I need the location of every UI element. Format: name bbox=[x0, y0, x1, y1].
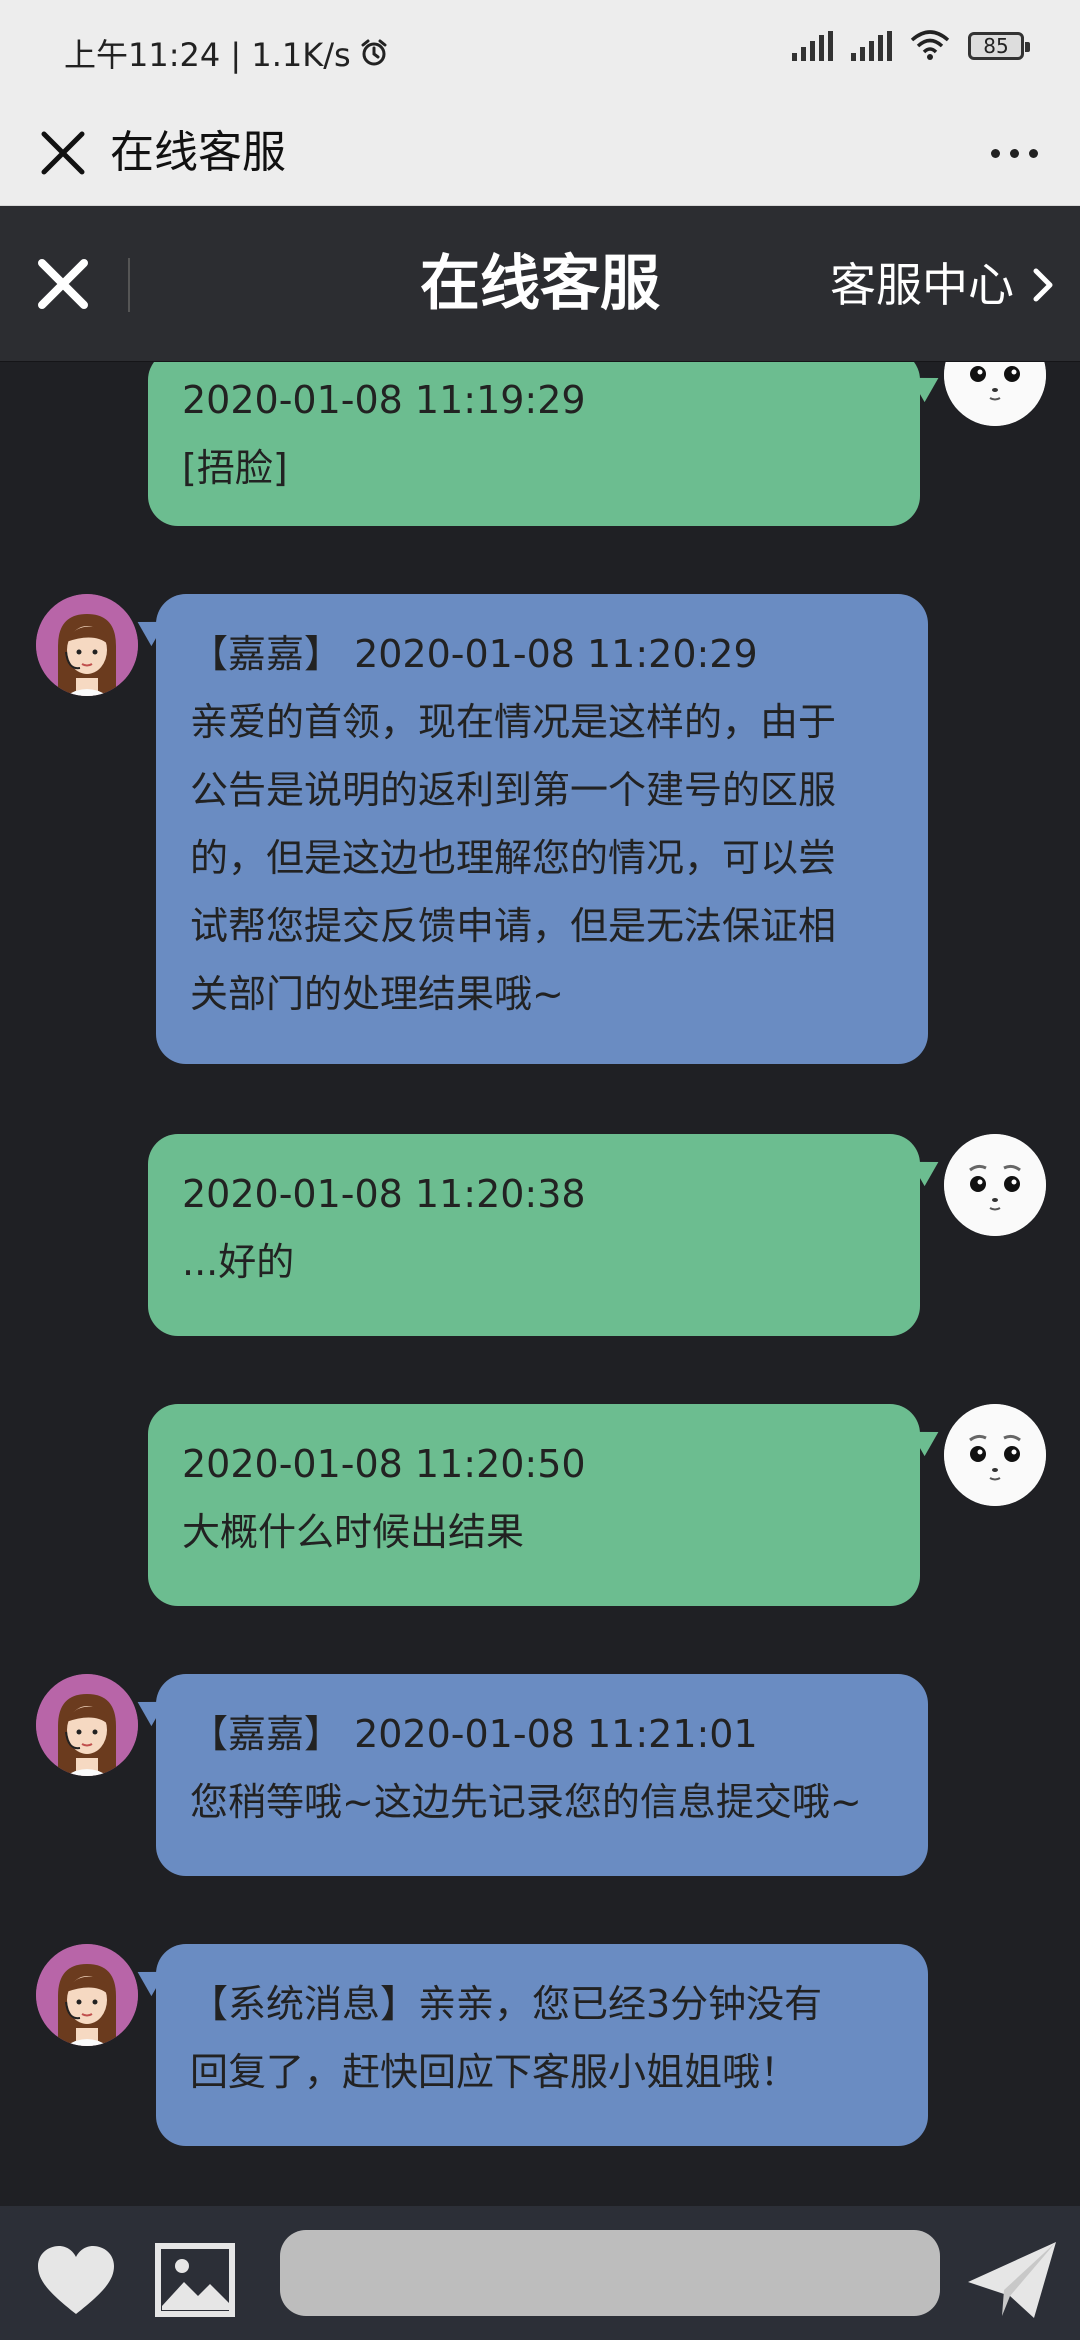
service-center-link[interactable]: 客服中心 bbox=[830, 256, 1056, 314]
send-button[interactable] bbox=[964, 2238, 1060, 2322]
status-left: 上午11:24 | 1.1K/s bbox=[64, 30, 389, 76]
message-text: ...好的 bbox=[182, 1240, 295, 1284]
chevron-right-icon bbox=[1033, 268, 1053, 302]
send-icon bbox=[968, 2242, 1056, 2318]
image-icon bbox=[155, 2243, 235, 2317]
more-button[interactable] bbox=[974, 120, 1054, 186]
app-title: 在线客服 bbox=[110, 127, 286, 178]
chat-area[interactable]: 2020-01-08 11:19:29 [捂脸] 【嘉嘉】 2020-01-08… bbox=[0, 362, 1080, 2202]
chat-header: 在线客服 客服中心 bbox=[0, 206, 1080, 362]
system-message-bubble: 【系统消息】亲亲，您已经3分钟没有 回复了，赶快回应下客服小姐姐哦！ bbox=[156, 1944, 928, 2146]
signal-icon-2 bbox=[851, 31, 892, 61]
message-text-line: 亲爱的首领，现在情况是这样的，由于 bbox=[190, 700, 837, 744]
status-right: 85 bbox=[792, 30, 1030, 62]
message-timestamp: 2020-01-08 11:20:38 bbox=[182, 1172, 586, 1216]
more-icon-dot bbox=[1009, 148, 1019, 158]
message-input[interactable] bbox=[280, 2230, 940, 2316]
user-avatar[interactable] bbox=[944, 1134, 1046, 1236]
message-text-line: 回复了，赶快回应下客服小姐姐哦！ bbox=[190, 2050, 799, 2094]
image-button[interactable] bbox=[154, 2242, 236, 2318]
message-text: 大概什么时候出结果 bbox=[182, 1510, 525, 1554]
app-bar: 在线客服 bbox=[0, 100, 1080, 206]
agent-avatar[interactable] bbox=[36, 594, 138, 696]
heart-icon bbox=[38, 2246, 114, 2314]
user-avatar[interactable] bbox=[944, 362, 1046, 426]
message-text-line: 关部门的处理结果哦~ bbox=[190, 972, 564, 1016]
close-icon bbox=[41, 131, 85, 175]
message-timestamp: 2020-01-08 11:20:50 bbox=[182, 1442, 586, 1486]
message-text: [捂脸] bbox=[182, 446, 288, 490]
more-icon-dot-end bbox=[1028, 148, 1038, 158]
alarm-icon bbox=[361, 39, 387, 66]
service-center-label: 客服中心 bbox=[830, 258, 1014, 312]
message-text: 您稍等哦~这边先记录您的信息提交哦~ bbox=[190, 1780, 862, 1824]
user-message-bubble: 2020-01-08 11:19:29 [捂脸] bbox=[148, 362, 920, 526]
agent-avatar[interactable] bbox=[36, 1674, 138, 1776]
message-text-line: 公告是说明的返利到第一个建号的区服 bbox=[190, 768, 837, 812]
user-message-bubble: 2020-01-08 11:20:38 ...好的 bbox=[148, 1134, 920, 1336]
message-timestamp: 【嘉嘉】 2020-01-08 11:21:01 bbox=[190, 1712, 758, 1756]
user-message-bubble: 2020-01-08 11:20:50 大概什么时候出结果 bbox=[148, 1404, 920, 1606]
message-timestamp: 【嘉嘉】 2020-01-08 11:20:29 bbox=[190, 632, 758, 676]
battery-indicator: 85 bbox=[968, 32, 1030, 60]
agent-avatar[interactable] bbox=[36, 1944, 138, 2046]
status-bar: 上午11:24 | 1.1K/s 85 bbox=[0, 0, 1080, 100]
user-avatar[interactable] bbox=[944, 1404, 1046, 1506]
agent-message-bubble: 【嘉嘉】 2020-01-08 11:20:29 亲爱的首领，现在情况是这样的，… bbox=[156, 594, 928, 1064]
signal-icon bbox=[792, 31, 833, 61]
message-text-line: 的，但是这边也理解您的情况，可以尝 bbox=[190, 836, 837, 880]
message-text-line: 【系统消息】亲亲，您已经3分钟没有 bbox=[190, 1982, 823, 2026]
app-close-button[interactable] bbox=[30, 120, 96, 186]
heart-button[interactable] bbox=[36, 2246, 116, 2318]
bottom-input-bar bbox=[0, 2206, 1080, 2340]
message-timestamp: 2020-01-08 11:19:29 bbox=[182, 378, 586, 422]
more-icon bbox=[990, 148, 1000, 158]
message-text-line: 试帮您提交反馈申请，但是无法保证相 bbox=[190, 904, 837, 948]
status-time: 上午11:24 | 1.1K/s bbox=[64, 36, 351, 74]
agent-message-bubble: 【嘉嘉】 2020-01-08 11:21:01 您稍等哦~这边先记录您的信息提… bbox=[156, 1674, 928, 1876]
wifi-icon bbox=[910, 30, 950, 60]
